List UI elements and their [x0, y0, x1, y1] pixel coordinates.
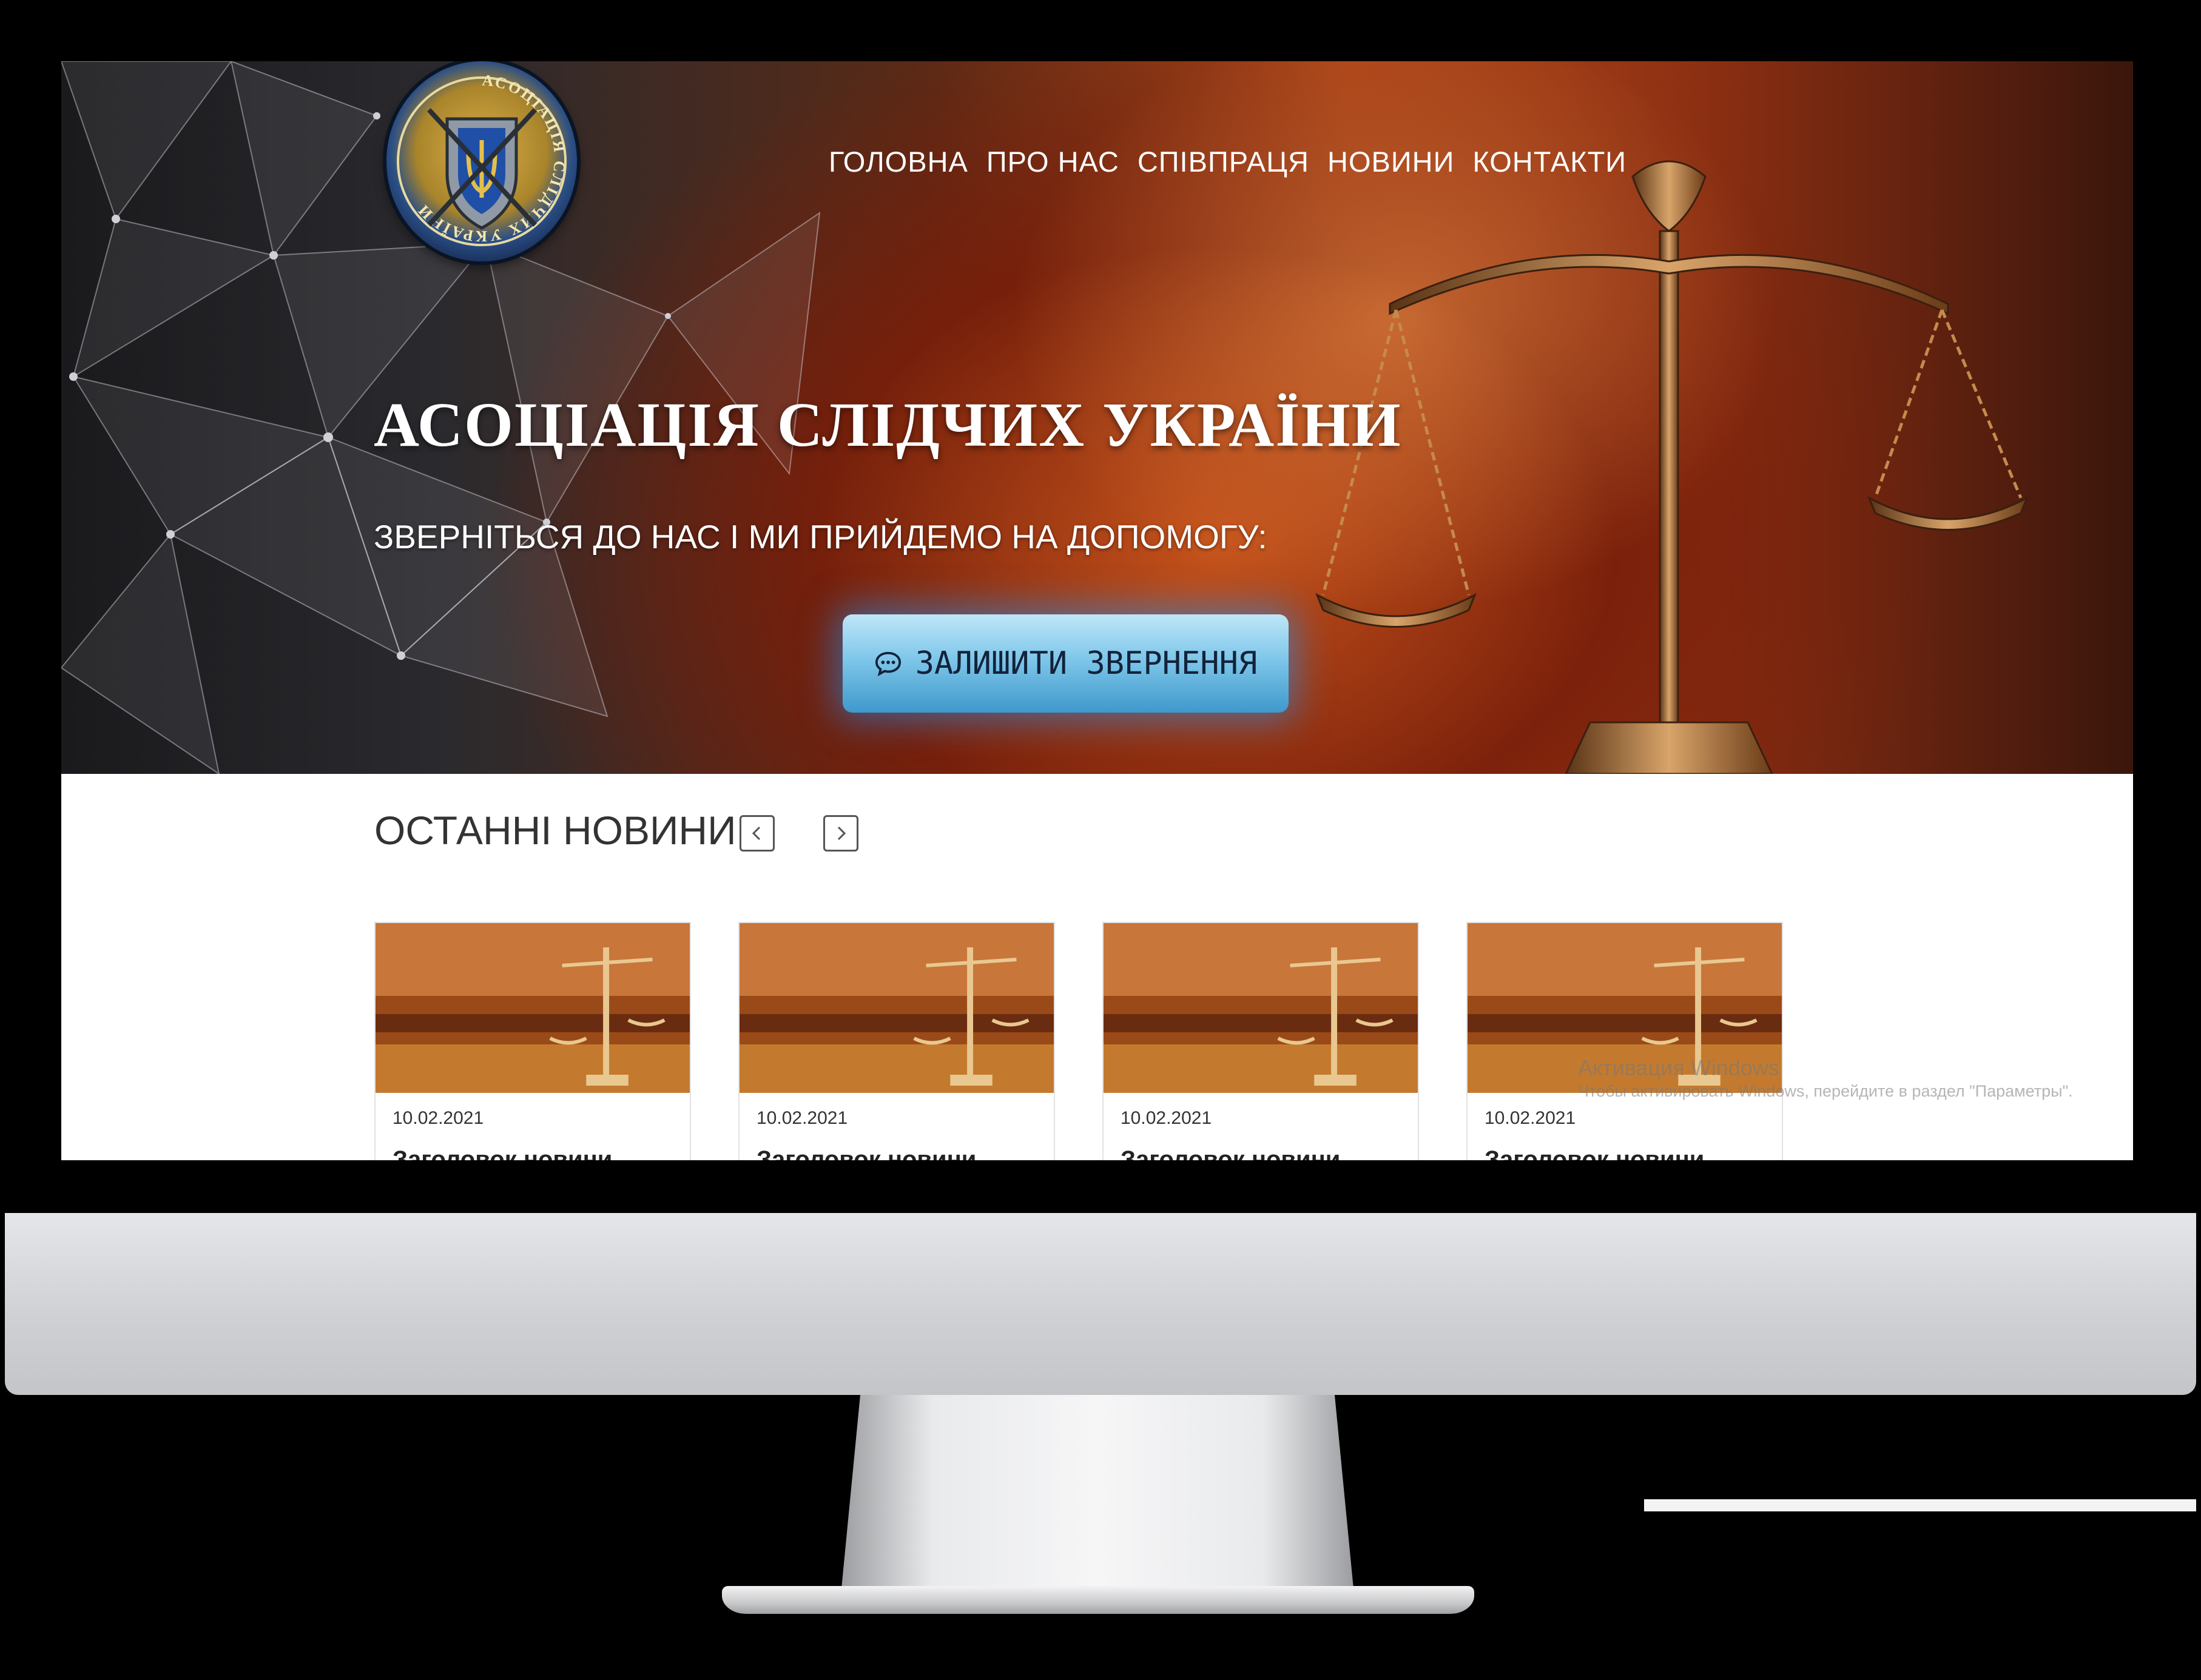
news-next-button[interactable] [823, 815, 858, 852]
nav-item-contacts[interactable]: КОНТАКТИ [1472, 145, 1626, 178]
news-card[interactable]: 10.02.2021 Заголовок новини [738, 922, 1055, 1160]
news-card-date: 10.02.2021 [1485, 1108, 1576, 1128]
news-card-title: Заголовок новини [393, 1146, 613, 1160]
hero-title: АСОЦІАЦІЯ СЛІДЧИХ УКРАЇНИ [374, 390, 1402, 460]
nav-item-about[interactable]: ПРО НАС [986, 145, 1119, 178]
news-card-date: 10.02.2021 [757, 1108, 848, 1128]
nav-item-home[interactable]: ГОЛОВНА [829, 145, 968, 178]
association-logo[interactable]: АСОЦІАЦІЯ СЛІДЧИХ УКРАЇНИ [386, 61, 577, 261]
news-card-date: 10.02.2021 [1121, 1108, 1212, 1128]
screen: АСОЦІАЦІЯ СЛІДЧИХ УКРАЇНИ ГОЛОВНА ПРО НА… [61, 61, 2133, 1160]
latest-news-section: ОСТАННІ НОВИНИ 10.02.2021 Заголовок нови… [61, 774, 2133, 1160]
news-card[interactable]: 10.02.2021 Заголовок новини [1466, 922, 1783, 1160]
watermark-text: Чтобы активировать Windows, перейдите в … [1578, 1082, 2073, 1100]
hero-subtitle: ЗВЕРНІТЬСЯ ДО НАС І МИ ПРИЙДЕМО НА ДОПОМ… [374, 518, 1267, 556]
chevron-right-icon [837, 826, 846, 841]
news-card-title: Заголовок новини [757, 1146, 977, 1160]
news-prev-button[interactable] [740, 815, 775, 852]
news-section-title: ОСТАННІ НОВИНИ [374, 808, 736, 853]
chevron-left-icon [752, 826, 761, 841]
news-card-title: Заголовок новини [1485, 1146, 1705, 1160]
hero-banner: АСОЦІАЦІЯ СЛІДЧИХ УКРАЇНИ ГОЛОВНА ПРО НА… [61, 61, 2133, 774]
chat-bubble-icon [875, 651, 901, 677]
monitor-chin [5, 1213, 2196, 1395]
windows-activation-watermark: Активация Windows Чтобы активировать Win… [1578, 1054, 2073, 1102]
nav-item-news[interactable]: НОВИНИ [1327, 145, 1454, 178]
news-card[interactable]: 10.02.2021 Заголовок новини [1102, 922, 1419, 1160]
watermark-title: Активация Windows [1578, 1055, 1779, 1080]
news-card-image [1104, 923, 1418, 1093]
news-card-image [740, 923, 1054, 1093]
leave-request-button-label: ЗАЛИШИТИ ЗВЕРНЕННЯ [915, 645, 1258, 682]
news-card-date: 10.02.2021 [393, 1108, 484, 1128]
desk-edge [1644, 1499, 2196, 1511]
nav-item-cooperation[interactable]: СПІВПРАЦЯ [1138, 145, 1309, 178]
main-navigation: ГОЛОВНА ПРО НАС СПІВПРАЦЯ НОВИНИ КОНТАКТ… [829, 140, 1626, 183]
news-card-image [376, 923, 690, 1093]
monitor-stand-neck [840, 1395, 1355, 1607]
news-card[interactable]: 10.02.2021 Заголовок новини [374, 922, 691, 1160]
leave-request-button[interactable]: ЗАЛИШИТИ ЗВЕРНЕННЯ [843, 614, 1289, 713]
monitor-stand-foot [722, 1586, 1474, 1614]
scales-of-justice-illustration [1315, 160, 2029, 774]
news-card-title: Заголовок новини [1121, 1146, 1341, 1160]
